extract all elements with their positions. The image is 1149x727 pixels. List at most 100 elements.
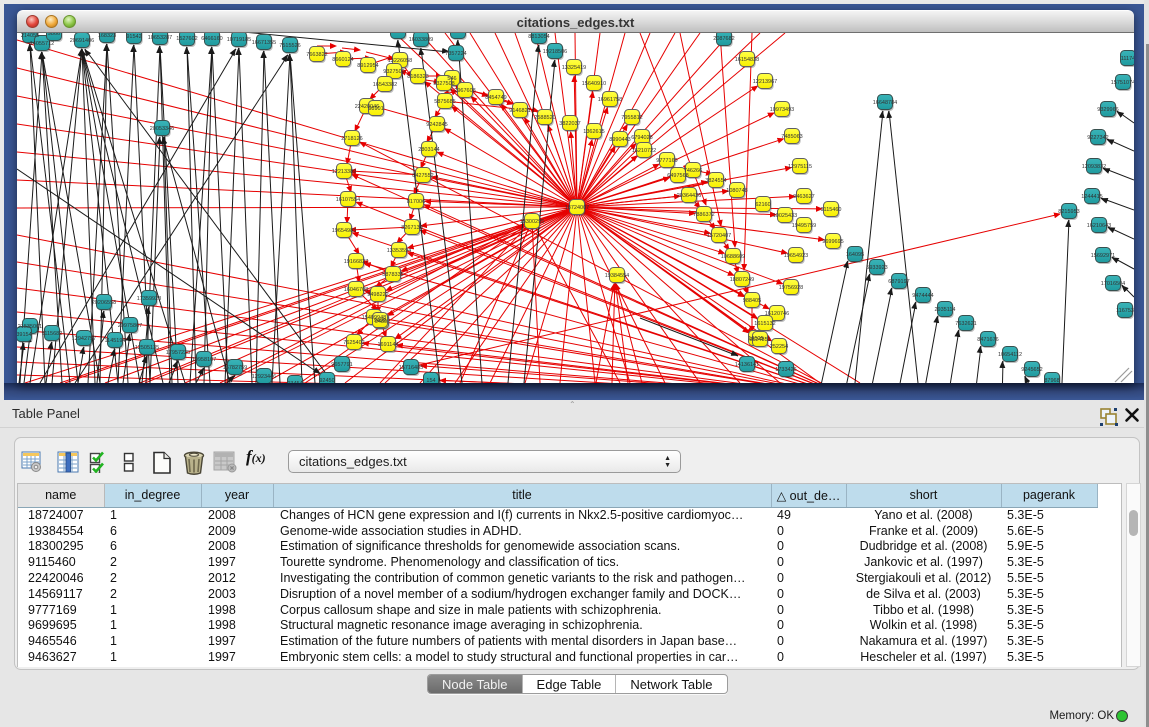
svg-text:7632621: 7632621 <box>955 321 976 327</box>
svg-text:12942757: 12942757 <box>72 336 96 342</box>
svg-text:88130: 88130 <box>450 33 465 35</box>
svg-text:9327509: 9327509 <box>383 69 404 75</box>
svg-text:15720407: 15720407 <box>707 233 731 239</box>
svg-text:12975115: 12975115 <box>788 164 812 170</box>
svg-text:5878335: 5878335 <box>382 272 403 278</box>
svg-text:3824554: 3824554 <box>705 178 726 184</box>
svg-text:8267130: 8267130 <box>401 225 422 231</box>
svg-text:16210722: 16210722 <box>632 148 656 154</box>
svg-text:12505135: 12505135 <box>135 345 159 351</box>
svg-text:8471676: 8471676 <box>977 337 998 343</box>
svg-text:20691406: 20691406 <box>70 38 94 44</box>
svg-text:16933: 16933 <box>390 33 405 35</box>
svg-text:15640910: 15640910 <box>582 81 606 87</box>
svg-text:2935114: 2935114 <box>934 307 955 313</box>
svg-text:19495759: 19495759 <box>792 223 816 229</box>
svg-text:8660124: 8660124 <box>332 57 353 63</box>
svg-text:6879197: 6879197 <box>888 279 909 285</box>
svg-text:164095: 164095 <box>846 252 864 258</box>
svg-text:2718126: 2718126 <box>341 136 362 142</box>
svg-text:21535001: 21535001 <box>18 324 42 330</box>
svg-text:16210643: 16210643 <box>1087 223 1111 229</box>
svg-text:8912954: 8912954 <box>357 63 378 69</box>
svg-text:1362615: 1362615 <box>583 129 604 135</box>
svg-text:168323: 168323 <box>98 33 116 39</box>
svg-text:9115460: 9115460 <box>820 207 841 213</box>
svg-text:9327508: 9327508 <box>433 81 454 87</box>
svg-text:17359928: 17359928 <box>137 296 161 302</box>
svg-text:19654923: 19654923 <box>784 253 808 259</box>
svg-text:6794028: 6794028 <box>631 135 652 141</box>
svg-text:1691144: 1691144 <box>377 342 398 348</box>
svg-text:20206558: 20206558 <box>92 300 116 306</box>
svg-text:13353594: 13353594 <box>387 248 411 254</box>
svg-text:3822037: 3822037 <box>559 121 580 127</box>
svg-text:9474444: 9474444 <box>912 293 933 299</box>
svg-text:16107554: 16107554 <box>336 197 360 203</box>
svg-text:98901: 98901 <box>368 106 383 112</box>
svg-text:8427552: 8427552 <box>412 173 433 179</box>
svg-text:8454749: 8454749 <box>485 95 506 101</box>
svg-text:15692971: 15692971 <box>1091 253 1115 259</box>
svg-text:2087682: 2087682 <box>713 36 734 42</box>
svg-text:1115682: 1115682 <box>42 331 63 337</box>
svg-text:12213967: 12213967 <box>753 79 777 85</box>
svg-text:11174: 11174 <box>1121 56 1134 62</box>
svg-text:1615132: 1615132 <box>754 321 775 327</box>
svg-text:1244415: 1244415 <box>1081 194 1102 200</box>
svg-text:10654112: 10654112 <box>998 352 1022 358</box>
svg-text:10973493: 10973493 <box>770 107 794 113</box>
svg-text:9866: 9866 <box>48 33 60 37</box>
svg-text:20975867: 20975867 <box>118 323 142 329</box>
svg-text:2588520: 2588520 <box>534 115 555 121</box>
svg-text:10688609: 10688609 <box>721 254 745 260</box>
svg-text:19218506: 19218506 <box>543 49 567 55</box>
svg-text:8215953: 8215953 <box>1058 209 1079 215</box>
svg-text:39154: 39154 <box>17 332 32 338</box>
svg-text:9499: 9499 <box>374 318 386 324</box>
svg-text:16154838: 16154838 <box>735 57 759 63</box>
svg-text:9463627: 9463627 <box>793 194 814 200</box>
svg-text:87968: 87968 <box>1044 378 1059 383</box>
svg-text:9498222: 9498222 <box>367 292 388 298</box>
svg-text:9777169: 9777169 <box>656 158 677 164</box>
svg-text:16961758: 16961758 <box>598 97 622 103</box>
svg-text:9146821: 9146821 <box>509 108 530 114</box>
svg-text:91542: 91542 <box>126 34 141 40</box>
svg-text:6466160: 6466160 <box>201 36 222 42</box>
svg-text:7357224: 7357224 <box>445 51 466 57</box>
svg-text:7886372: 7886372 <box>693 212 714 218</box>
svg-text:8186323: 8186323 <box>407 74 428 80</box>
svg-text:1145194: 1145194 <box>104 338 125 344</box>
svg-text:14055712: 14055712 <box>30 41 54 47</box>
svg-text:8813054: 8813054 <box>528 34 549 40</box>
svg-text:1080748: 1080748 <box>726 188 747 194</box>
svg-text:154: 154 <box>426 378 435 383</box>
svg-text:9699695: 9699695 <box>822 239 843 245</box>
svg-text:20053346: 20053346 <box>150 126 174 132</box>
svg-text:9329966: 9329966 <box>1097 107 1118 113</box>
svg-text:2967608: 2967608 <box>454 88 475 94</box>
svg-text:9227342: 9227342 <box>1087 135 1108 141</box>
svg-text:17957225: 17957225 <box>166 350 190 356</box>
svg-text:16671355: 16671355 <box>252 40 276 46</box>
svg-text:92450: 92450 <box>319 378 334 383</box>
svg-text:19654983: 19654983 <box>332 228 356 234</box>
svg-text:252254: 252254 <box>770 344 788 350</box>
svg-text:12923446: 12923446 <box>252 374 276 380</box>
svg-text:746266: 746266 <box>684 168 702 174</box>
svg-text:8990443: 8990443 <box>609 137 630 143</box>
svg-text:16033809: 16033809 <box>409 37 433 43</box>
svg-text:15716485: 15716485 <box>399 365 423 371</box>
svg-text:16120746: 16120746 <box>765 311 789 317</box>
svg-text:17016504: 17016504 <box>1101 281 1125 287</box>
svg-text:10719185: 10719185 <box>227 37 251 43</box>
svg-text:5875685: 5875685 <box>434 99 455 105</box>
svg-text:817006: 817006 <box>407 199 425 205</box>
svg-text:10958107: 10958107 <box>192 357 216 363</box>
svg-text:18724007: 18724007 <box>565 205 589 211</box>
svg-text:16648784: 16648784 <box>873 100 897 106</box>
svg-text:13226058: 13226058 <box>388 58 412 64</box>
svg-text:93454: 93454 <box>287 381 302 383</box>
svg-text:9524851: 9524851 <box>749 337 770 343</box>
